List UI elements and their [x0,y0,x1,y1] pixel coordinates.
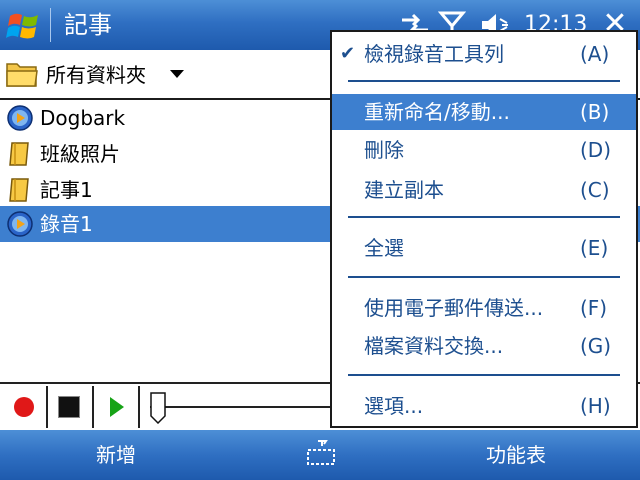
file-name: 班級照片 [40,142,120,166]
folder-icon [6,63,38,87]
menu-item-shortcut: (H) [580,394,611,418]
input-panel-icon[interactable] [306,438,336,470]
menu-item-shortcut: (A) [580,42,610,66]
softkey-bar: 新增 功能表 [0,430,640,480]
stop-button[interactable] [48,386,94,428]
menu-item-shortcut: (G) [580,334,612,358]
chevron-down-icon[interactable] [170,70,184,78]
menu-item-shortcut: (C) [580,178,610,202]
menu-item-label: 檢視錄音工具列 [364,42,504,66]
menu-item-options[interactable]: 選項... (H) [332,388,636,424]
context-menu: ✔ 檢視錄音工具列 (A) 重新命名/移動... (B) 刪除 (D) 建立副本… [330,30,638,428]
menu-separator [348,216,620,218]
file-name: Dogbark [40,106,126,130]
title-divider [50,8,51,42]
app-title: 記事 [64,11,112,39]
folder-filter-label[interactable]: 所有資料夾 [46,62,146,88]
menu-item-label: 全選 [364,236,404,260]
softkey-menu[interactable]: 功能表 [486,440,546,470]
menu-item-label: 建立副本 [364,178,444,202]
menu-item-shortcut: (E) [580,236,609,260]
menu-item-delete[interactable]: 刪除 (D) [332,132,636,168]
menu-item-rename-move[interactable]: 重新命名/移動... (B) [332,94,636,130]
media-icon [7,211,33,237]
play-button[interactable] [94,386,140,428]
menu-item-shortcut: (D) [580,138,612,162]
softkey-new[interactable]: 新增 [96,440,136,470]
checkmark-icon: ✔ [340,43,356,64]
notebook-icon [9,142,29,166]
media-icon [7,105,33,131]
menu-item-label: 檔案資料交換... [364,334,504,358]
menu-item-shortcut: (F) [580,296,608,320]
menu-separator [348,80,620,82]
file-name: 記事1 [40,178,93,202]
play-icon [110,397,124,417]
windows-start-icon[interactable] [6,8,42,44]
menu-item-toggle-recorder[interactable]: ✔ 檢視錄音工具列 (A) [332,36,636,72]
playback-track[interactable] [150,406,340,408]
menu-item-select-all[interactable]: 全選 (E) [332,230,636,266]
menu-item-label: 使用電子郵件傳送... [364,296,544,320]
menu-item-label: 刪除 [364,138,404,162]
menu-item-label: 選項... [364,394,424,418]
file-name: 錄音1 [40,212,93,236]
menu-separator [348,276,620,278]
menu-item-send-email[interactable]: 使用電子郵件傳送... (F) [332,290,636,326]
playback-slider-thumb[interactable] [150,392,166,424]
record-button[interactable] [2,386,48,428]
menu-item-shortcut: (B) [580,100,610,124]
menu-item-label: 重新命名/移動... [364,100,510,124]
menu-item-beam-file[interactable]: 檔案資料交換... (G) [332,328,636,364]
stop-icon [58,396,80,418]
menu-item-copy[interactable]: 建立副本 (C) [332,172,636,208]
notebook-icon [9,178,29,202]
menu-separator [348,374,620,376]
record-icon [14,397,34,417]
